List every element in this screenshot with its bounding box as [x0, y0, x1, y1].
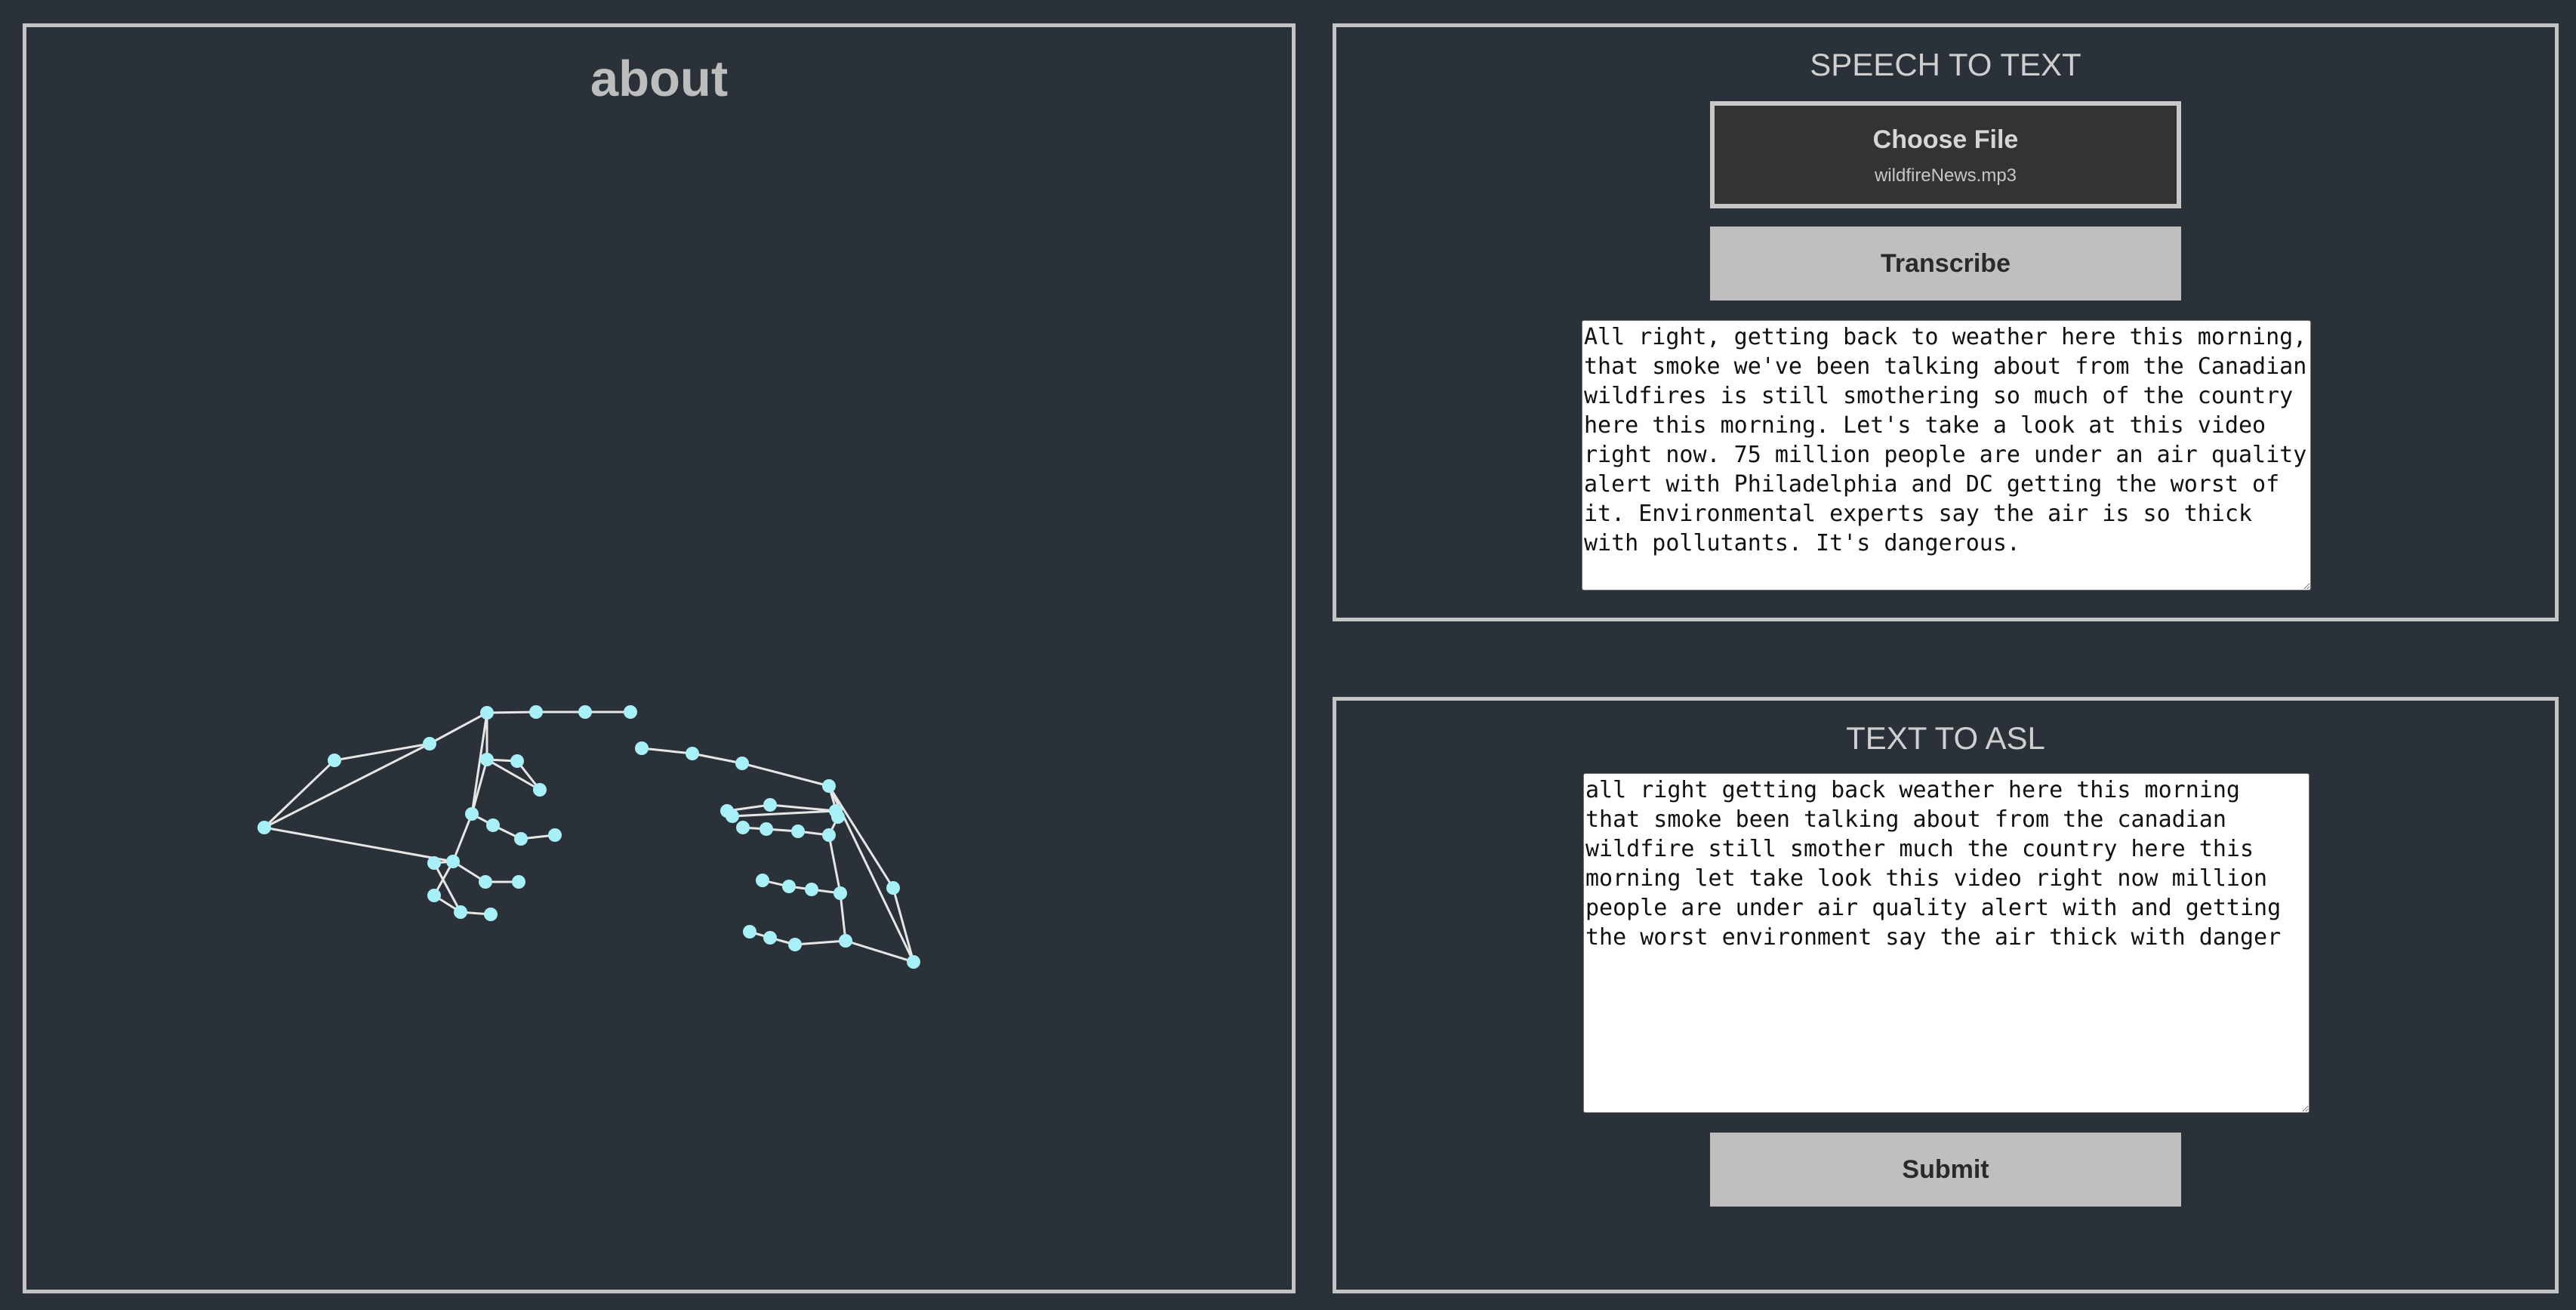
landmark-point [839, 934, 852, 948]
landmark-point [829, 804, 843, 818]
landmark-point [510, 754, 524, 768]
landmark-connection [692, 752, 743, 765]
landmark-connection [839, 892, 847, 942]
landmark-point [454, 905, 467, 919]
landmark-point [822, 779, 836, 793]
choose-file-label: Choose File [1872, 125, 2019, 154]
landmark-connection [429, 711, 488, 745]
landmark-connection [845, 939, 914, 963]
transcribe-button[interactable]: Transcribe [1710, 227, 2181, 301]
landmark-connection [641, 747, 693, 755]
landmark-point [484, 908, 498, 921]
landmark-point [423, 737, 436, 751]
selected-file-name: wildfireNews.mp3 [1874, 165, 2017, 186]
landmark-point [512, 875, 525, 889]
landmark-point [480, 706, 494, 720]
landmark-connection [769, 803, 837, 812]
landmark-point [446, 855, 460, 868]
speech-to-text-panel: SPEECH TO TEXT Choose File wildfireNews.… [1333, 23, 2559, 621]
landmark-point [886, 881, 900, 895]
landmark-point [548, 828, 562, 842]
landmark-point [791, 825, 805, 838]
landmark-point [907, 955, 920, 969]
landmark-connection [451, 813, 473, 862]
landmark-point [624, 705, 637, 719]
landmark-point [686, 747, 699, 760]
landmark-point [763, 931, 777, 945]
landmark-point [805, 883, 818, 896]
landmark-point [257, 821, 271, 834]
choose-file-button[interactable]: Choose File wildfireNews.mp3 [1710, 101, 2181, 208]
landmark-point [756, 874, 769, 887]
text-to-asl-title: TEXT TO ASL [1846, 720, 2045, 756]
landmark-point [635, 741, 649, 755]
landmark-point [328, 754, 341, 767]
landmark-point [514, 832, 528, 846]
landmark-point [736, 821, 750, 834]
landmark-point [763, 798, 777, 812]
asl-gloss-textarea[interactable]: all right getting back weather here this… [1583, 773, 2309, 1113]
landmark-connection [263, 826, 454, 863]
landmark-connection [827, 834, 842, 894]
landmark-point [479, 875, 492, 889]
landmark-point [720, 804, 734, 818]
landmark-point [486, 818, 500, 832]
submit-button[interactable]: Submit [1710, 1133, 2181, 1207]
landmark-point [427, 856, 441, 870]
landmark-point [834, 886, 847, 900]
landmark-connection [263, 759, 336, 829]
text-to-asl-panel: TEXT TO ASL all right getting back weath… [1333, 697, 2559, 1293]
about-panel: about [23, 23, 1296, 1293]
landmark-connection [827, 785, 895, 889]
landmark-point [533, 783, 547, 797]
landmark-point [578, 705, 592, 719]
hand-landmarks-canvas [257, 705, 920, 969]
landmark-connection [741, 762, 830, 788]
landmark-point [735, 757, 749, 770]
landmark-point [743, 925, 756, 939]
landmark-point [760, 822, 773, 836]
landmark-connection [732, 809, 837, 818]
landmark-connection [263, 742, 430, 829]
landmark-point [822, 828, 836, 842]
landmark-point [427, 889, 441, 902]
landmark-point [788, 938, 802, 951]
landmark-connection [486, 710, 537, 714]
transcript-textarea[interactable]: All right, getting back to weather here … [1582, 320, 2311, 590]
landmark-point [529, 705, 543, 719]
speech-to-text-title: SPEECH TO TEXT [1810, 47, 2081, 82]
landmark-connection [794, 939, 846, 946]
landmark-point [480, 753, 494, 766]
landmark-point [465, 807, 479, 821]
landmark-point [782, 880, 796, 893]
